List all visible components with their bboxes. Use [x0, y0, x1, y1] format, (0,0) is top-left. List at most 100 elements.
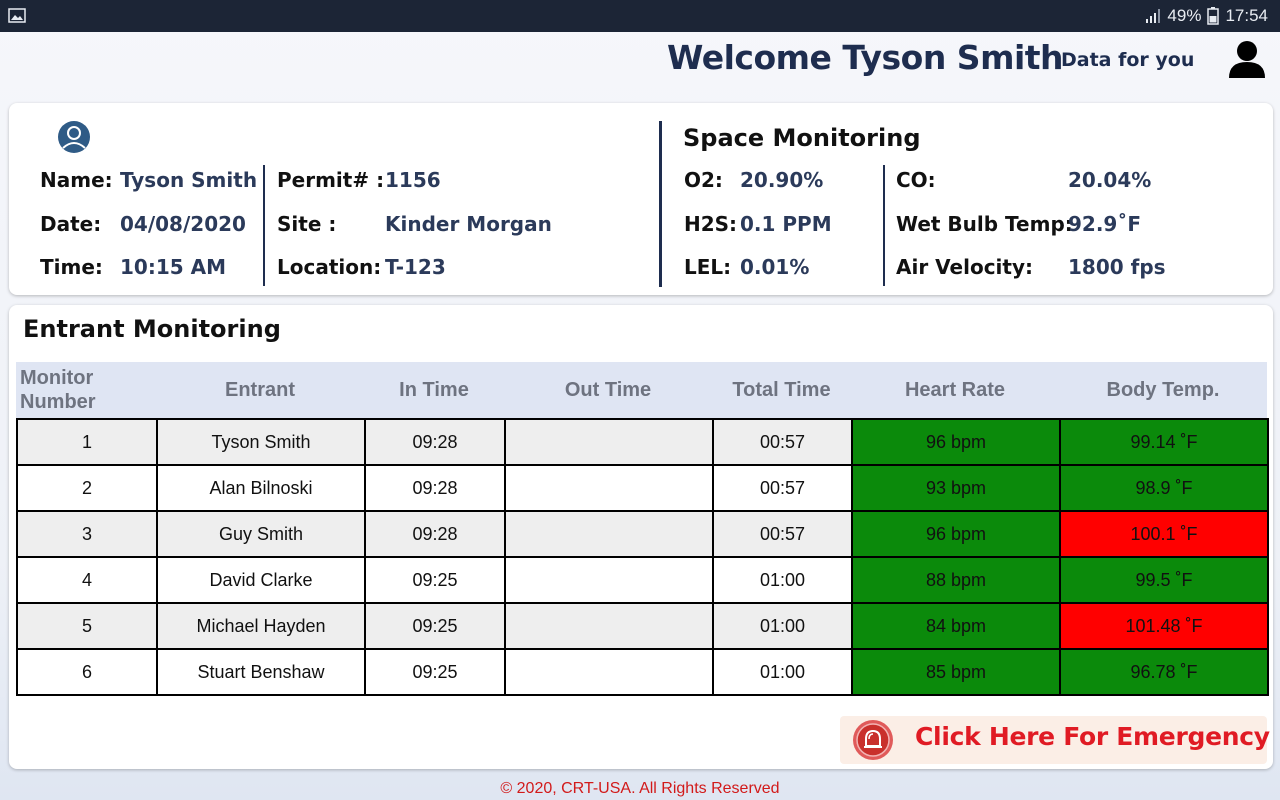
lel-label: LEL: [684, 255, 732, 279]
signal-icon [1146, 9, 1161, 23]
location-label: Location: [277, 255, 382, 279]
body-temp-cell: 96.78 ˚F [1059, 648, 1269, 696]
in-time-cell: 09:25 [364, 556, 506, 604]
battery-percent: 49% [1167, 6, 1202, 25]
in-time-cell: 09:28 [364, 510, 506, 558]
out-time-cell [504, 648, 714, 696]
column-header: Entrant [225, 379, 295, 401]
co-value: 20.04% [1068, 168, 1152, 192]
monitor-number-cell: 6 [16, 648, 158, 696]
heart-rate-cell: 96 bpm [851, 418, 1061, 466]
page-title: Welcome Tyson Smith [667, 38, 1064, 77]
table-row[interactable]: 4 David Clarke 09:25 01:00 88 bpm 99.5 ˚… [16, 556, 1269, 604]
total-time-cell: 01:00 [712, 648, 853, 696]
time-value: 10:15 AM [120, 255, 227, 279]
location-value: T-123 [385, 255, 446, 279]
column-header: Monitor Number [20, 367, 96, 413]
entrant-monitoring-title: Entrant Monitoring [23, 315, 281, 343]
in-time-cell: 09:28 [364, 464, 506, 512]
time-label: Time: [40, 255, 103, 279]
heart-rate-cell: 85 bpm [851, 648, 1061, 696]
site-label: Site : [277, 212, 337, 236]
entrant-table: 1 Tyson Smith 09:28 00:57 96 bpm 99.14 ˚… [16, 418, 1269, 696]
monitor-number-cell: 2 [16, 464, 158, 512]
entrant-cell: David Clarke [156, 556, 366, 604]
out-time-cell [504, 510, 714, 558]
wet-bulb-value: 92.9˚F [1068, 212, 1142, 236]
out-time-cell [504, 602, 714, 650]
table-row[interactable]: 1 Tyson Smith 09:28 00:57 96 bpm 99.14 ˚… [16, 418, 1269, 466]
monitor-number-cell: 1 [16, 418, 158, 466]
table-header: Monitor Number Entrant In Time Out Time … [16, 362, 1267, 418]
o2-label: O2: [684, 168, 723, 192]
table-row[interactable]: 3 Guy Smith 09:28 00:57 96 bpm 100.1 ˚F [16, 510, 1269, 558]
in-time-cell: 09:25 [364, 602, 506, 650]
table-row[interactable]: 6 Stuart Benshaw 09:25 01:00 85 bpm 96.7… [16, 648, 1269, 696]
image-icon [8, 8, 26, 23]
in-time-cell: 09:28 [364, 418, 506, 466]
name-value: Tyson Smith [120, 168, 258, 192]
total-time-cell: 00:57 [712, 510, 853, 558]
name-label: Name: [40, 168, 113, 192]
page-subtitle: Data for you [1061, 49, 1195, 71]
total-time-cell: 00:57 [712, 464, 853, 512]
alarm-bell-icon [853, 720, 893, 760]
footer-copyright: © 2020, CRT-USA. All Rights Reserved [500, 780, 780, 797]
co-label: CO: [896, 168, 936, 192]
body-temp-cell: 99.14 ˚F [1059, 418, 1269, 466]
table-row[interactable]: 2 Alan Bilnoski 09:28 00:57 93 bpm 98.9 … [16, 464, 1269, 512]
date-label: Date: [40, 212, 102, 236]
body-temp-cell: 100.1 ˚F [1059, 510, 1269, 558]
permit-label: Permit# : [277, 168, 385, 192]
out-time-cell [504, 556, 714, 604]
total-time-cell: 01:00 [712, 556, 853, 604]
heart-rate-cell: 93 bpm [851, 464, 1061, 512]
body-temp-cell: 101.48 ˚F [1059, 602, 1269, 650]
monitor-number-cell: 4 [16, 556, 158, 604]
clock: 17:54 [1225, 6, 1268, 25]
status-right: 49% 17:54 [1145, 6, 1268, 26]
body-temp-cell: 98.9 ˚F [1059, 464, 1269, 512]
out-time-cell [504, 418, 714, 466]
emergency-button[interactable]: Click Here For Emergency [840, 716, 1270, 764]
wet-bulb-label: Wet Bulb Temp: [896, 212, 1073, 236]
heart-rate-cell: 88 bpm [851, 556, 1061, 604]
divider [263, 165, 265, 286]
h2s-label: H2S: [684, 212, 738, 236]
section-divider [659, 121, 662, 287]
divider [883, 165, 885, 286]
monitor-number-cell: 5 [16, 602, 158, 650]
space-monitoring-title: Space Monitoring [683, 124, 921, 152]
status-bar: 49% 17:54 [0, 0, 1280, 32]
in-time-cell: 09:25 [364, 648, 506, 696]
entrant-cell: Guy Smith [156, 510, 366, 558]
entrant-cell: Alan Bilnoski [156, 464, 366, 512]
user-icon[interactable] [1227, 40, 1267, 78]
o2-value: 20.90% [740, 168, 824, 192]
out-time-cell [504, 464, 714, 512]
entrant-cell: Michael Hayden [156, 602, 366, 650]
monitor-number-cell: 3 [16, 510, 158, 558]
emergency-label: Click Here For Emergency [915, 722, 1270, 751]
column-header: Total Time [732, 379, 831, 401]
column-header: In Time [399, 379, 469, 401]
h2s-value: 0.1 PPM [740, 212, 832, 236]
heart-rate-cell: 84 bpm [851, 602, 1061, 650]
date-value: 04/08/2020 [120, 212, 246, 236]
site-value: Kinder Morgan [385, 212, 552, 236]
lel-value: 0.01% [740, 255, 810, 279]
table-row[interactable]: 5 Michael Hayden 09:25 01:00 84 bpm 101.… [16, 602, 1269, 650]
entrant-cell: Tyson Smith [156, 418, 366, 466]
body-temp-cell: 99.5 ˚F [1059, 556, 1269, 604]
permit-value: 1156 [385, 168, 441, 192]
column-header: Body Temp. [1106, 379, 1220, 401]
column-header: Out Time [564, 379, 652, 401]
entrant-cell: Stuart Benshaw [156, 648, 366, 696]
heart-rate-cell: 96 bpm [851, 510, 1061, 558]
column-header: Heart Rate [904, 379, 1006, 401]
total-time-cell: 00:57 [712, 418, 853, 466]
battery-icon [1207, 7, 1220, 25]
air-velocity-label: Air Velocity: [896, 255, 1034, 279]
avatar-icon [58, 121, 90, 153]
total-time-cell: 01:00 [712, 602, 853, 650]
